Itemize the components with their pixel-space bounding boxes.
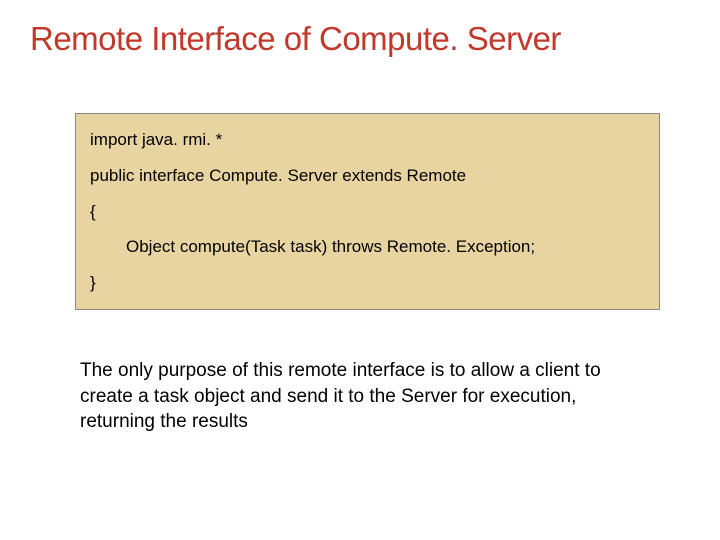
code-block: import java. rmi. * public interface Com… bbox=[75, 113, 660, 310]
slide-title: Remote Interface of Compute. Server bbox=[0, 0, 720, 58]
code-line: import java. rmi. * bbox=[90, 128, 645, 152]
code-line: public interface Compute. Server extends… bbox=[90, 164, 645, 188]
slide: Remote Interface of Compute. Server impo… bbox=[0, 0, 720, 540]
code-line: { bbox=[90, 200, 645, 224]
body-paragraph: The only purpose of this remote interfac… bbox=[80, 358, 650, 435]
code-line: } bbox=[90, 271, 645, 295]
code-line: Object compute(Task task) throws Remote.… bbox=[90, 235, 645, 259]
